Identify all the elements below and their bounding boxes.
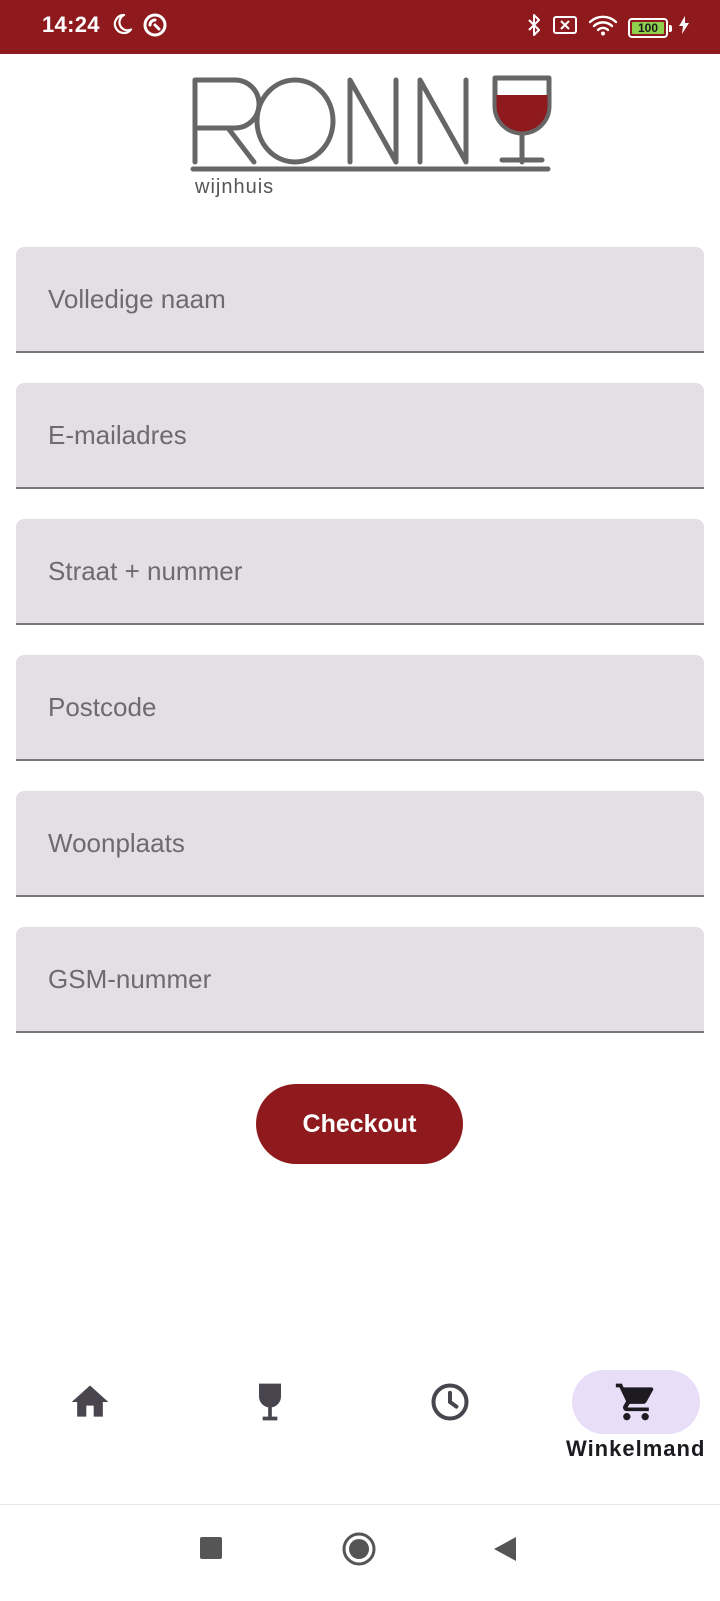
nav-cart[interactable]: Winkelmand — [566, 1370, 705, 1462]
moon-icon — [110, 12, 134, 41]
phone-field[interactable] — [16, 927, 704, 1033]
postcode-field[interactable] — [16, 655, 704, 761]
street-input[interactable] — [16, 519, 704, 623]
nav-cart-label: Winkelmand — [566, 1436, 706, 1461]
clock-icon — [431, 1383, 469, 1421]
logo-subtitle: wijnhuis — [195, 176, 275, 198]
bluetooth-icon — [526, 13, 542, 42]
home-button-icon[interactable] — [341, 1531, 377, 1572]
nav-history[interactable] — [386, 1370, 514, 1434]
no-sim-icon — [552, 15, 578, 40]
nav-wines[interactable] — [206, 1370, 334, 1434]
wifi-icon — [588, 14, 618, 41]
city-input[interactable] — [16, 791, 704, 895]
home-icon — [71, 1385, 109, 1417]
back-icon[interactable] — [492, 1535, 518, 1568]
battery-level: 100 — [637, 20, 659, 35]
email-field[interactable] — [16, 383, 704, 489]
status-time: 14:24 — [42, 12, 100, 37]
cart-icon — [615, 1383, 653, 1421]
city-field[interactable] — [16, 791, 704, 897]
full-name-field[interactable] — [16, 247, 704, 353]
recents-icon[interactable] — [198, 1535, 224, 1566]
nav-home[interactable] — [26, 1370, 154, 1434]
checkout-button[interactable]: Checkout — [256, 1084, 463, 1164]
wine-glass-icon — [259, 1383, 281, 1421]
focus-mode-icon — [142, 12, 168, 43]
bottom-navigation: Winkelmand — [0, 1370, 720, 1500]
system-navigation-bar — [0, 1504, 720, 1601]
charging-icon — [678, 15, 690, 40]
phone-input[interactable] — [16, 927, 704, 1031]
postcode-input[interactable] — [16, 655, 704, 759]
status-bar: 14:24 100 — [0, 0, 720, 54]
battery-icon: 100 — [628, 17, 672, 38]
full-name-input[interactable] — [16, 247, 704, 351]
email-input[interactable] — [16, 383, 704, 487]
street-field[interactable] — [16, 519, 704, 625]
